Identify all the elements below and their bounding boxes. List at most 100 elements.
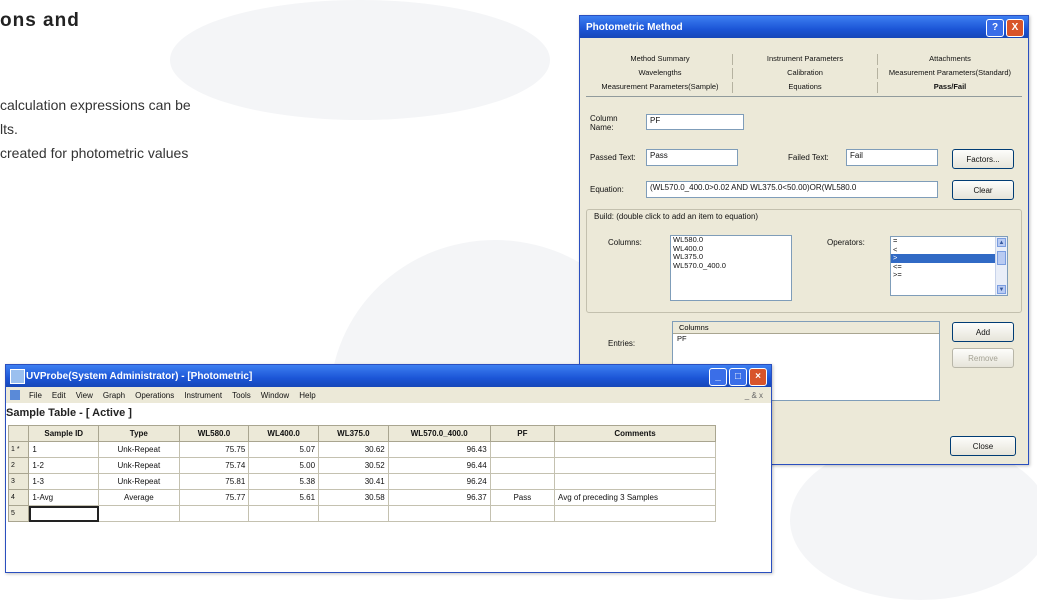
add-button[interactable]: Add [952,322,1014,342]
equation-field[interactable]: (WL570.0_400.0>0.02 AND WL375.0<50.00)OR… [646,181,938,198]
list-item[interactable]: <= [891,262,1007,272]
tab-measurement-parameters-sample[interactable]: Measurement Parameters(Sample) [588,82,733,93]
table-cell[interactable] [554,473,716,490]
column-name-field[interactable]: PF [646,114,744,130]
table-cell[interactable]: 75.81 [178,473,250,490]
table-cell[interactable]: 5.61 [248,489,320,506]
table-cell[interactable]: 30.41 [318,473,389,490]
list-item[interactable]: < [891,245,1007,255]
table-cell[interactable]: 1-Avg [28,489,100,506]
tab-equations[interactable]: Equations [733,82,878,93]
tab-method-summary[interactable]: Method Summary [588,54,733,65]
scroll-down-icon[interactable]: ▼ [997,285,1006,294]
clear-button[interactable]: Clear [952,180,1014,200]
menu-file[interactable]: File [29,391,42,400]
help-button[interactable]: ? [986,19,1004,37]
tab-wavelengths[interactable]: Wavelengths [588,68,733,79]
column-header[interactable]: PF [489,425,556,442]
table-cell[interactable]: Avg of preceding 3 Samples [554,489,716,506]
close-button[interactable]: Close [950,436,1016,456]
table-cell[interactable]: 75.74 [178,457,250,474]
table-cell[interactable]: Average [98,489,180,506]
column-header[interactable]: WL375.0 [318,425,389,442]
menu-graph[interactable]: Graph [103,391,125,400]
table-cell[interactable]: 30.58 [318,489,389,506]
table-cell[interactable] [554,505,716,522]
column-header[interactable]: WL580.0 [178,425,250,442]
tab-attachments[interactable]: Attachments [878,54,1022,65]
table-cell[interactable] [178,505,250,522]
row-header[interactable]: 4 [7,489,30,506]
table-cell[interactable]: 96.37 [387,489,491,506]
menu-edit[interactable]: Edit [52,391,66,400]
list-item[interactable]: >= [891,270,1007,280]
tab-instrument-parameters[interactable]: Instrument Parameters [733,54,878,65]
menu-window[interactable]: Window [261,391,289,400]
table-cell[interactable] [489,441,556,458]
row-header[interactable]: 1 * [7,441,30,458]
table-row[interactable]: 1 * 1 Unk-Repeat 75.75 5.07 30.62 96.43 [7,441,716,458]
columns-listbox[interactable]: WL580.0 WL400.0 WL375.0 WL570.0_400.0 [670,235,792,301]
table-cell[interactable]: 96.24 [387,473,491,490]
table-cell[interactable] [387,505,491,522]
maximize-icon[interactable]: □ [729,368,747,386]
tab-measurement-parameters-standard[interactable]: Measurement Parameters(Standard) [878,68,1022,79]
table-cell[interactable]: Unk-Repeat [98,441,180,458]
menu-view[interactable]: View [76,391,93,400]
scroll-up-icon[interactable]: ▲ [997,238,1006,247]
close-icon[interactable]: X [1006,19,1024,37]
column-header[interactable]: WL400.0 [248,425,320,442]
close-icon[interactable]: × [749,368,767,386]
table-cell[interactable]: 75.75 [178,441,250,458]
column-header[interactable]: Sample ID [28,425,100,442]
table-cell[interactable] [489,505,556,522]
table-row[interactable]: 4 1-Avg Average 75.77 5.61 30.58 96.37 P… [7,489,716,506]
table-cell[interactable] [98,505,180,522]
tab-pass-fail[interactable]: Pass/Fail [878,82,1022,93]
menu-tools[interactable]: Tools [232,391,251,400]
remove-button[interactable]: Remove [952,348,1014,368]
table-row[interactable]: 3 1-3 Unk-Repeat 75.81 5.38 30.41 96.24 [7,473,716,490]
minimize-icon[interactable]: _ [709,368,727,386]
row-header[interactable]: 2 [7,457,30,474]
passed-text-field[interactable]: Pass [646,149,738,166]
table-cell[interactable]: Pass [489,489,556,506]
table-row[interactable]: 2 1-2 Unk-Repeat 75.74 5.00 30.52 96.44 [7,457,716,474]
menu-help[interactable]: Help [299,391,315,400]
table-cell[interactable]: 5.38 [248,473,320,490]
tab-calibration[interactable]: Calibration [733,68,878,79]
table-cell[interactable]: 30.52 [318,457,389,474]
table-cell[interactable]: 1-3 [28,473,100,490]
column-header[interactable]: Type [98,425,180,442]
column-header[interactable]: WL570.0_400.0 [387,425,491,442]
table-cell[interactable]: 30.62 [318,441,389,458]
table-cell[interactable]: 5.00 [248,457,320,474]
list-item[interactable]: WL570.0_400.0 [671,261,791,271]
menu-operations[interactable]: Operations [135,391,174,400]
failed-text-field[interactable]: Fail [846,149,938,166]
factors-button[interactable]: Factors... [952,149,1014,169]
table-cell[interactable]: Unk-Repeat [98,473,180,490]
row-header[interactable]: 3 [7,473,30,490]
column-header[interactable]: Comments [554,425,716,442]
table-cell[interactable] [554,457,716,474]
table-cell[interactable]: 96.43 [387,441,491,458]
list-item[interactable]: PF [673,334,939,344]
inner-window-controls[interactable]: _ & x [745,391,763,400]
list-item[interactable]: = [891,237,1007,246]
table-cell[interactable] [489,457,556,474]
scroll-thumb[interactable] [997,251,1006,265]
list-item-selected[interactable]: > [891,253,1007,263]
operators-listbox[interactable]: = < > <= >= ▲ ▼ [890,236,1008,296]
table-cell-active[interactable] [28,505,100,522]
table-cell[interactable]: 1-2 [28,457,100,474]
table-cell[interactable] [318,505,389,522]
table-cell[interactable]: 1 [28,441,100,458]
row-header[interactable]: 5 [7,505,30,522]
table-cell[interactable] [248,505,320,522]
operators-scrollbar[interactable]: ▲ ▼ [995,237,1007,295]
table-cell[interactable]: 75.77 [178,489,250,506]
table-cell[interactable] [554,441,716,458]
table-cell[interactable]: 96.44 [387,457,491,474]
menu-instrument[interactable]: Instrument [184,391,222,400]
